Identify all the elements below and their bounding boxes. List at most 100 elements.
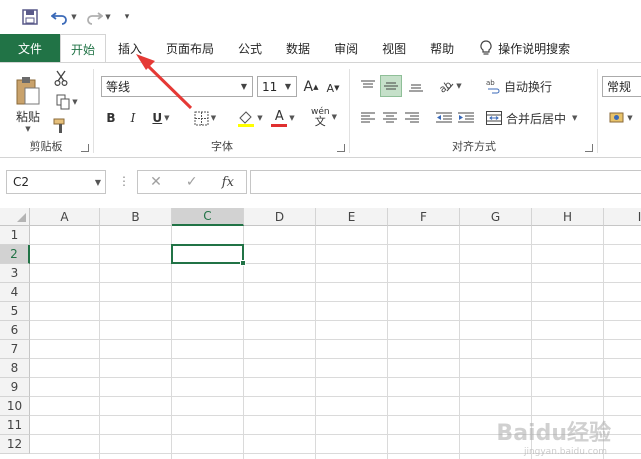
- cut-icon[interactable]: [52, 69, 70, 87]
- row-header[interactable]: 7: [0, 340, 30, 359]
- underline-label: U: [152, 111, 163, 125]
- merge-center-button[interactable]: 合并后居中 ▼: [486, 107, 592, 129]
- grid-line: [30, 396, 641, 397]
- wrap-text-label: 自动换行: [504, 79, 553, 94]
- customize-toolbar-icon[interactable]: ▾: [120, 6, 134, 28]
- paste-icon: [16, 76, 40, 104]
- font-color-icon[interactable]: A ▼: [266, 107, 300, 129]
- undo-icon[interactable]: ▼: [50, 6, 78, 28]
- tab-data[interactable]: 数据: [274, 34, 322, 62]
- name-box-value: C2: [13, 175, 30, 189]
- italic-button[interactable]: I: [124, 108, 142, 128]
- grid-line: [30, 301, 641, 302]
- underline-button[interactable]: U ▼: [146, 108, 176, 128]
- merge-cells-icon: [486, 111, 502, 125]
- grid-line: [387, 226, 388, 459]
- middle-align-icon[interactable]: [380, 75, 402, 97]
- font-group: 等线 ▼ 11 ▼ A ▲ A ▼ B I U ▼ ▼ ▼ A ▼ wén 文 …: [96, 63, 348, 157]
- tab-view[interactable]: 视图: [370, 34, 418, 62]
- bold-button[interactable]: B: [102, 108, 120, 128]
- group-divider: [349, 69, 350, 153]
- column-header[interactable]: E: [316, 208, 388, 226]
- row-header[interactable]: 9: [0, 378, 30, 397]
- tell-me-label: 操作说明搜索: [498, 41, 571, 56]
- cancel-icon[interactable]: ✕: [150, 174, 162, 190]
- font-launcher-icon[interactable]: [337, 144, 345, 152]
- redo-icon[interactable]: ▼: [84, 6, 112, 28]
- increase-indent-icon[interactable]: [456, 107, 476, 129]
- font-name-select[interactable]: 等线 ▼: [101, 76, 253, 97]
- column-header[interactable]: A: [30, 208, 100, 226]
- row-header[interactable]: 8: [0, 359, 30, 378]
- row-header[interactable]: 11: [0, 416, 30, 435]
- row-header[interactable]: 10: [0, 397, 30, 416]
- top-align-icon[interactable]: [358, 75, 378, 97]
- align-center-icon[interactable]: [380, 107, 400, 129]
- number-format-select[interactable]: 常规: [602, 76, 641, 97]
- wrap-text-button[interactable]: ab 自动换行: [486, 75, 566, 97]
- ribbon-tabs: 文件 开始 插入 页面布局 公式 数据 审阅 视图 帮助 操作说明搜索: [0, 34, 641, 63]
- font-size-select[interactable]: 11 ▼: [257, 76, 297, 97]
- svg-text:ab: ab: [486, 79, 495, 87]
- quick-access-toolbar: ▼ ▼ ▾: [0, 0, 641, 34]
- alignment-launcher-icon[interactable]: [585, 144, 593, 152]
- decrease-indent-icon[interactable]: [434, 107, 454, 129]
- tab-help[interactable]: 帮助: [418, 34, 466, 62]
- align-right-icon[interactable]: [402, 107, 422, 129]
- row-header[interactable]: 12: [0, 435, 30, 454]
- column-header[interactable]: F: [388, 208, 460, 226]
- tab-home[interactable]: 开始: [60, 34, 106, 63]
- group-divider: [93, 69, 94, 153]
- accounting-format-icon[interactable]: ▼: [604, 107, 638, 129]
- row-header[interactable]: 6: [0, 321, 30, 340]
- grid-line: [30, 358, 641, 359]
- row-header[interactable]: 1: [0, 226, 30, 245]
- grid-line: [459, 226, 460, 459]
- tab-page-layout[interactable]: 页面布局: [154, 34, 226, 62]
- tab-review[interactable]: 审阅: [322, 34, 370, 62]
- enter-icon[interactable]: ✓: [186, 174, 198, 190]
- borders-icon[interactable]: ▼: [188, 108, 222, 128]
- insert-function-icon[interactable]: fx: [222, 175, 234, 190]
- format-painter-icon[interactable]: [52, 117, 70, 135]
- row-header[interactable]: 5: [0, 302, 30, 321]
- column-header[interactable]: C: [172, 208, 244, 226]
- save-icon[interactable]: [20, 6, 40, 28]
- merge-center-label: 合并后居中: [506, 111, 567, 126]
- tab-file[interactable]: 文件: [0, 34, 60, 62]
- column-header[interactable]: H: [532, 208, 604, 226]
- group-divider: [597, 69, 598, 153]
- name-box[interactable]: C2 ▼: [6, 170, 106, 194]
- column-header[interactable]: B: [100, 208, 172, 226]
- paste-button[interactable]: 粘贴 ▼: [10, 69, 46, 139]
- resize-handle-icon[interactable]: ⋮: [118, 174, 130, 188]
- number-format-value: 常规: [607, 80, 632, 94]
- alignment-group: ab ▼ ab 自动换行 合并后居中 ▼ 对齐方式: [352, 63, 596, 157]
- paste-label: 粘贴: [15, 109, 40, 124]
- fill-handle[interactable]: [240, 260, 246, 266]
- orientation-icon[interactable]: ab ▼: [434, 75, 466, 97]
- tab-formulas[interactable]: 公式: [226, 34, 274, 62]
- align-left-icon[interactable]: [358, 107, 378, 129]
- clipboard-launcher-icon[interactable]: [81, 144, 89, 152]
- copy-icon[interactable]: ▼: [52, 93, 82, 111]
- active-cell[interactable]: [171, 244, 246, 266]
- row-header[interactable]: 3: [0, 264, 30, 283]
- fill-color-icon[interactable]: ▼: [232, 107, 268, 129]
- grid-line: [315, 226, 316, 459]
- phonetic-guide-icon[interactable]: wén 文 ▼: [306, 105, 342, 129]
- grid-line: [30, 377, 641, 378]
- row-header[interactable]: 2: [0, 245, 30, 264]
- select-all-button[interactable]: [0, 208, 30, 226]
- decrease-font-size-icon[interactable]: A ▼: [324, 79, 342, 97]
- column-header[interactable]: I: [604, 208, 641, 226]
- formula-input[interactable]: [250, 170, 641, 194]
- bottom-align-icon[interactable]: [406, 75, 426, 97]
- tell-me-search[interactable]: 操作说明搜索: [466, 34, 570, 62]
- increase-font-size-icon[interactable]: A ▲: [302, 77, 320, 97]
- number-group: 常规 ▼: [600, 63, 641, 157]
- column-header[interactable]: G: [460, 208, 532, 226]
- column-header[interactable]: D: [244, 208, 316, 226]
- tab-insert[interactable]: 插入: [106, 34, 154, 62]
- row-header[interactable]: 4: [0, 283, 30, 302]
